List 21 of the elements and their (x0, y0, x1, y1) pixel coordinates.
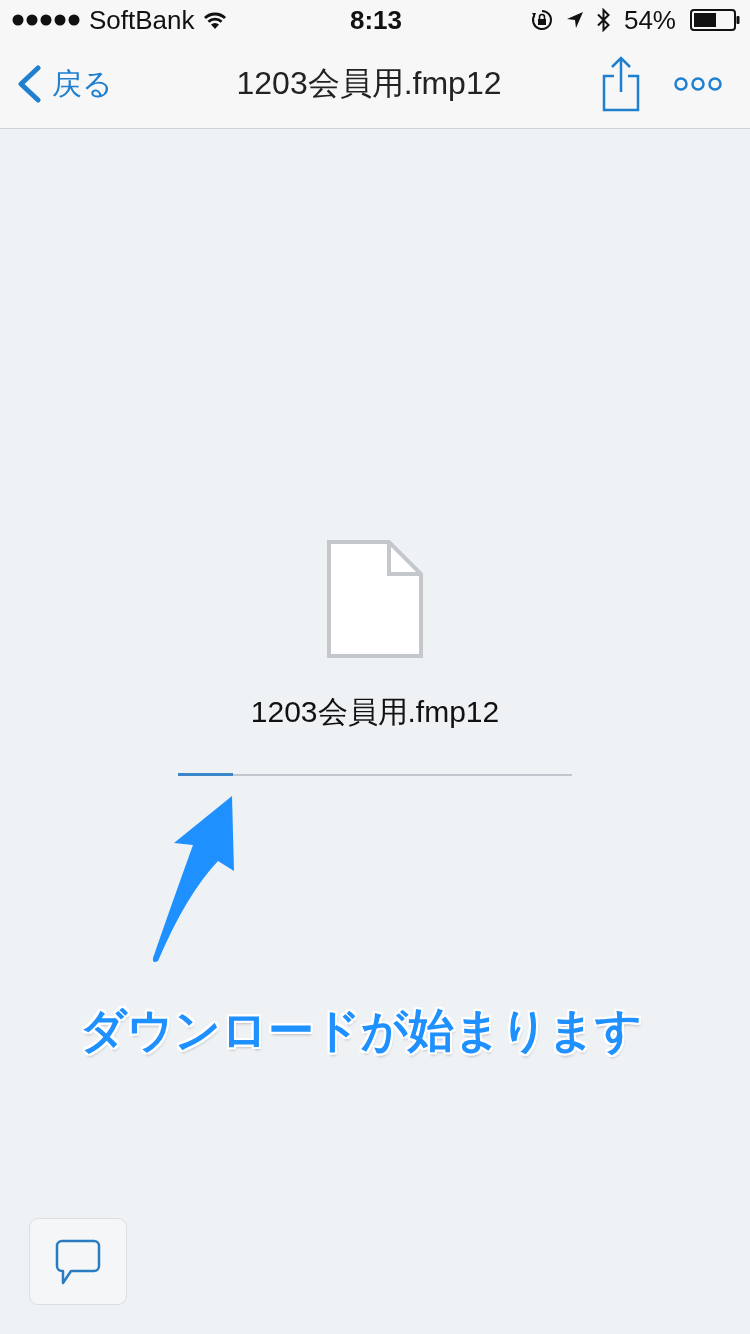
bluetooth-icon (596, 8, 610, 32)
rotation-lock-icon (530, 9, 553, 31)
location-arrow-icon (566, 12, 583, 28)
nav-title: 1203会員用.fmp12 (236, 64, 502, 103)
signal-strength-icon (12, 14, 80, 26)
chevron-left-icon (16, 65, 42, 103)
battery-percentage: 54% (623, 5, 676, 35)
more-button[interactable] (674, 77, 722, 91)
status-time: 8:13 (349, 5, 402, 35)
share-button[interactable] (602, 56, 640, 112)
back-button[interactable]: 戻る (16, 63, 113, 105)
battery-icon (690, 9, 740, 31)
document-icon (327, 540, 423, 658)
wifi-icon (203, 11, 226, 29)
speech-bubble-icon (55, 1238, 101, 1285)
share-icon (602, 56, 640, 112)
carrier-name: SoftBank (89, 5, 195, 35)
file-name: 1203会員用.fmp12 (250, 694, 500, 730)
more-icon (674, 77, 722, 91)
comment-button[interactable] (29, 1218, 127, 1305)
annotation-text: ダウンロードが始まります (80, 1003, 642, 1058)
